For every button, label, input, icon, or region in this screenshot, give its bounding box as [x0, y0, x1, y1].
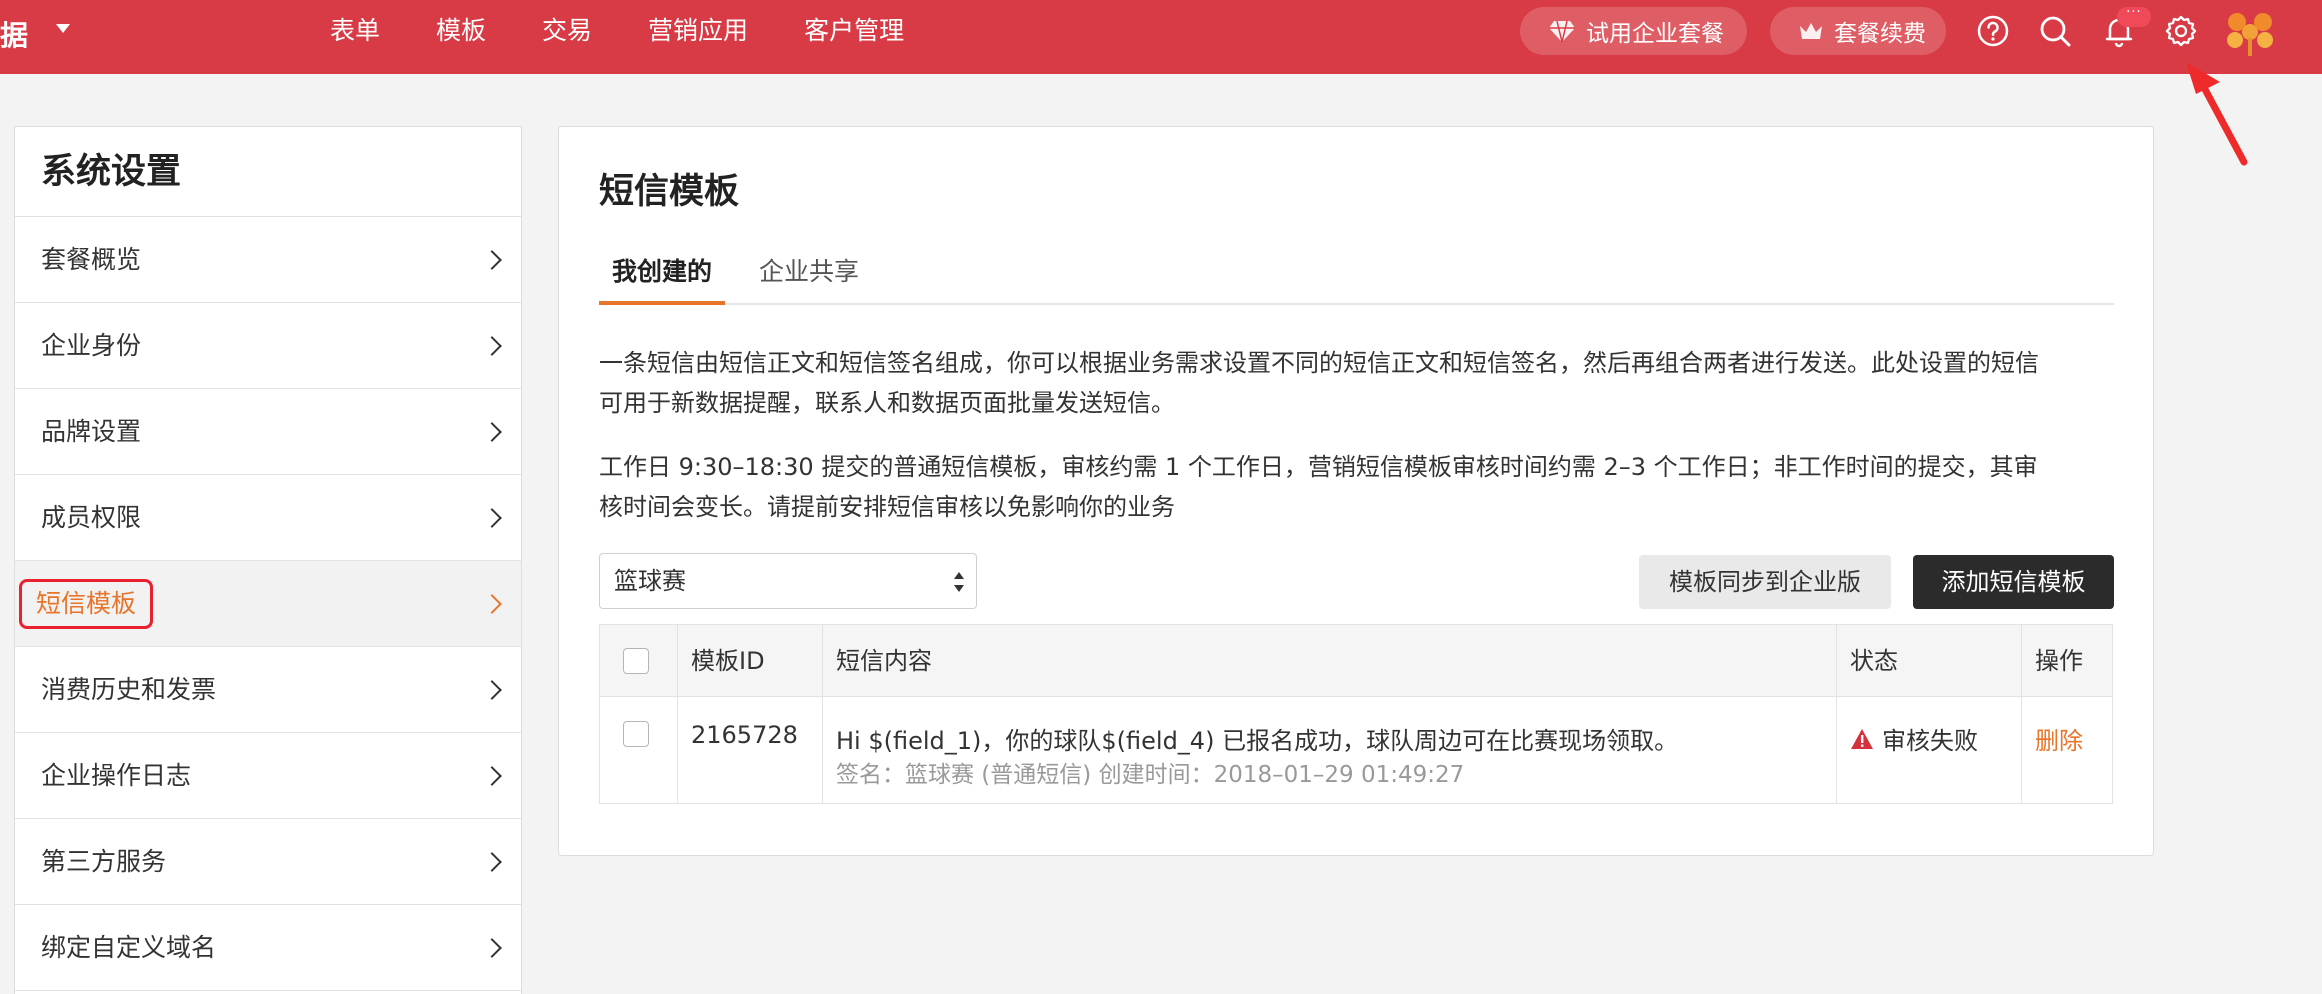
chevron-right-icon: [482, 680, 502, 700]
sms-meta-cell: 签名：篮球赛 (普通短信) 创建时间：2018–01–29 01:49:27: [836, 762, 1465, 788]
sidebar-item-billing-history[interactable]: 消费历史和发票: [15, 647, 521, 733]
trial-enterprise-button[interactable]: 试用企业套餐: [1520, 7, 1747, 55]
notification-badge: ···: [2117, 6, 2151, 27]
column-header-actions: 操作: [2035, 647, 2083, 675]
search-icon[interactable]: [2037, 13, 2073, 49]
sidebar-item-label: 企业操作日志: [41, 761, 192, 790]
nav-item-customer-management[interactable]: 客户管理: [804, 0, 904, 74]
nav-item-templates[interactable]: 模板: [436, 0, 486, 74]
sidebar-item-label: 第三方服务: [41, 847, 167, 876]
page-title: 短信模板: [599, 172, 740, 212]
status-text: 审核失败: [1882, 727, 1978, 755]
nav-item-transactions[interactable]: 交易: [542, 0, 592, 74]
sync-to-enterprise-button[interactable]: 模板同步到企业版: [1639, 555, 1891, 609]
warning-icon: [1851, 728, 1873, 749]
diamond-icon: [1549, 20, 1575, 43]
description-paragraph: 一条短信由短信正文和短信签名组成，你可以根据业务需求设置不同的短信正文和短信签名…: [599, 343, 2123, 423]
sidebar-item-sms-templates[interactable]: 短信模板: [15, 561, 521, 647]
column-header-sms-content: 短信内容: [836, 647, 932, 675]
signature-select[interactable]: 篮球赛: [599, 553, 977, 609]
description-line: 一条短信由短信正文和短信签名组成，你可以根据业务需求设置不同的短信正文和短信签名…: [599, 349, 2039, 377]
sidebar-item-label: 企业身份: [41, 331, 142, 360]
sidebar-item-label: 品牌设置: [41, 417, 142, 446]
sidebar-item-enterprise-identity[interactable]: 企业身份: [15, 303, 521, 389]
column-divider: [677, 625, 678, 803]
sidebar-item-custom-domain[interactable]: 绑定自定义域名: [15, 905, 521, 991]
status-cell: 审核失败: [1850, 721, 1978, 756]
sidebar-item-label: 成员权限: [41, 503, 142, 532]
select-all-checkbox[interactable]: [623, 648, 649, 674]
review-notice-line: 工作日 9:30–18:30 提交的普通短信模板，审核约需 1 个工作日，营销短…: [599, 453, 2038, 481]
row-checkbox[interactable]: [623, 721, 649, 747]
main-nav: 表单 模板 交易 营销应用 客户管理: [330, 0, 960, 74]
sms-template-panel: 短信模板 我创建的 企业共享 一条短信由短信正文和短信签名组成，你可以根据业务需…: [558, 126, 2154, 856]
nav-item-forms[interactable]: 表单: [330, 0, 380, 74]
description-line: 可用于新数据提醒，联系人和数据页面批量发送短信。: [599, 389, 1175, 417]
chevron-right-icon: [482, 508, 502, 528]
column-header-status: 状态: [1850, 647, 1898, 675]
column-divider: [1836, 625, 1837, 803]
sidebar-item-third-party[interactable]: 第三方服务: [15, 819, 521, 905]
delete-link[interactable]: 删除: [2035, 721, 2083, 756]
add-sms-template-button[interactable]: 添加短信模板: [1913, 555, 2114, 609]
annotation-arrow-icon: [2186, 62, 2248, 166]
chevron-right-icon: [482, 250, 502, 270]
review-notice-paragraph: 工作日 9:30–18:30 提交的普通短信模板，审核约需 1 个工作日，营销短…: [599, 447, 2123, 527]
sidebar-item-plan-overview[interactable]: 套餐概览: [15, 217, 521, 303]
top-navigation-bar: 据 表单 模板 交易 营销应用 客户管理 试用企业套餐 套餐续费 ···: [0, 0, 2322, 74]
signature-select-value: 篮球赛: [614, 567, 686, 595]
sms-template-table: 模板ID 短信内容 状态 操作 2165728 Hi $(field_1)，你的…: [599, 624, 2113, 804]
brand-dropdown-caret-icon[interactable]: [56, 24, 70, 33]
template-id-cell: 2165728: [691, 721, 798, 749]
sidebar-item-label: 短信模板: [19, 579, 154, 629]
avatar-flower-icon[interactable]: [2222, 8, 2278, 58]
tab-bar: 我创建的 企业共享: [599, 249, 2114, 305]
sidebar-item-member-permissions[interactable]: 成员权限: [15, 475, 521, 561]
chevron-right-icon: [482, 336, 502, 356]
chevron-right-icon: [482, 938, 502, 958]
sidebar-item-brand-settings[interactable]: 品牌设置: [15, 389, 521, 475]
app-brand[interactable]: 据: [0, 14, 28, 54]
trial-enterprise-label: 试用企业套餐: [1586, 21, 1724, 47]
tab-created-by-me[interactable]: 我创建的: [599, 249, 725, 305]
sidebar-item-operation-log[interactable]: 企业操作日志: [15, 733, 521, 819]
chevron-right-icon: [482, 594, 502, 614]
help-icon[interactable]: [1975, 13, 2011, 49]
select-updown-icon: [954, 572, 964, 592]
column-divider: [2021, 625, 2022, 803]
sidebar-item-label: 消费历史和发票: [41, 675, 217, 704]
sidebar-item-label: 绑定自定义域名: [41, 933, 217, 962]
chevron-right-icon: [482, 766, 502, 786]
sidebar-item-label: 套餐概览: [41, 245, 142, 274]
nav-item-marketing-apps[interactable]: 营销应用: [648, 0, 748, 74]
chevron-right-icon: [482, 852, 502, 872]
sidebar-title: 系统设置: [15, 127, 521, 217]
settings-sidebar: 系统设置 套餐概览 企业身份 品牌设置 成员权限 短信模板 消费历史和发票 企业…: [14, 126, 522, 994]
review-notice-line: 核时间会变长。请提前安排短信审核以免影响你的业务: [599, 493, 1175, 521]
gear-icon[interactable]: [2163, 13, 2199, 49]
column-header-template-id: 模板ID: [691, 647, 765, 675]
column-divider: [822, 625, 823, 803]
chevron-right-icon: [482, 422, 502, 442]
tab-enterprise-shared[interactable]: 企业共享: [759, 249, 859, 305]
renew-plan-button[interactable]: 套餐续费: [1770, 7, 1946, 55]
crown-icon: [1800, 23, 1822, 39]
renew-plan-label: 套餐续费: [1834, 21, 1926, 47]
sms-content-cell: Hi $(field_1)，你的球队$(field_4) 已报名成功，球队周边可…: [836, 727, 1679, 755]
